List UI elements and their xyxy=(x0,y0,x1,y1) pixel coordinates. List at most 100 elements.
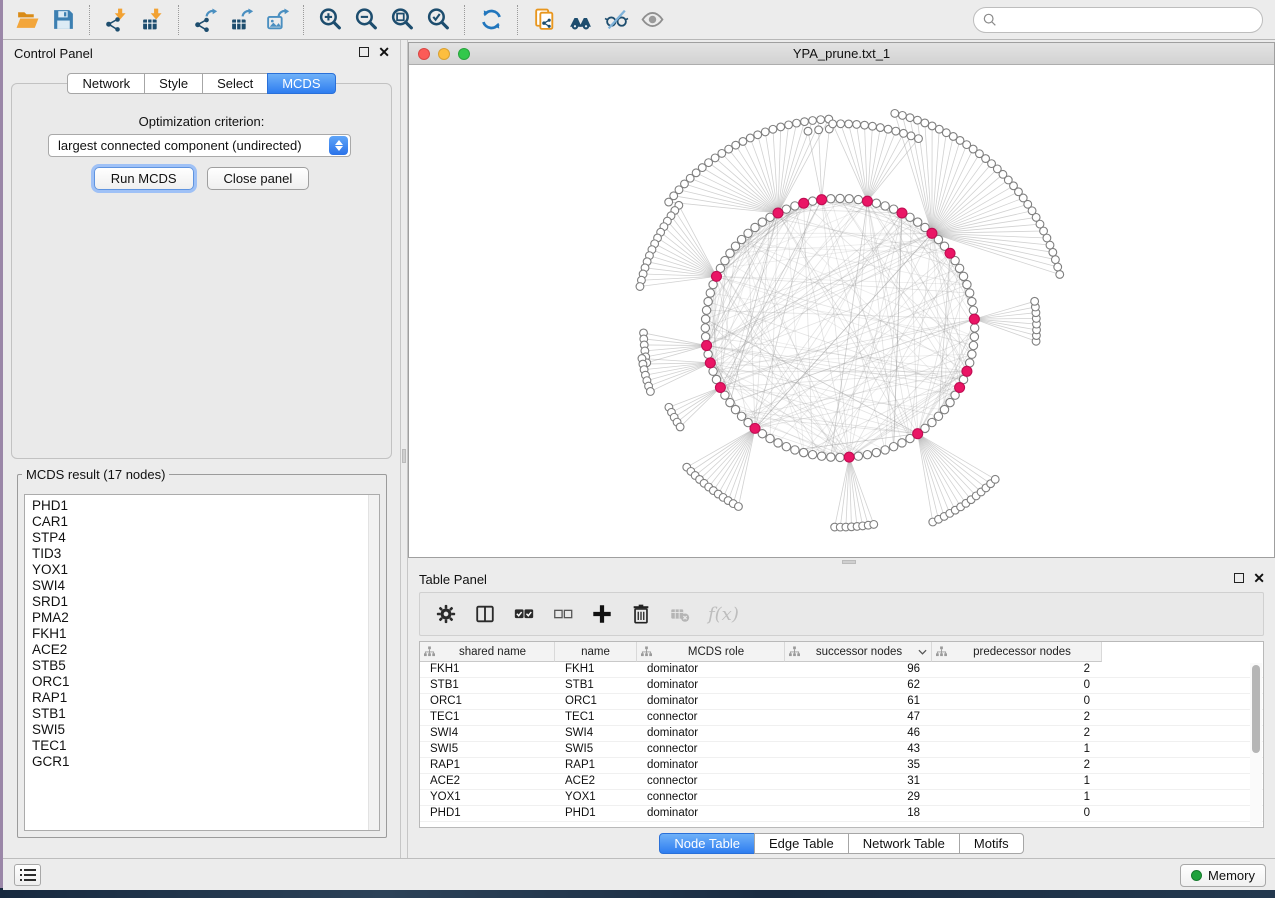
network-leaf-node[interactable] xyxy=(869,122,877,130)
network-node[interactable] xyxy=(863,451,871,459)
mcds-result-item[interactable]: ACE2 xyxy=(32,642,379,658)
close-panel-icon[interactable]: ✕ xyxy=(1253,573,1265,583)
network-node[interactable] xyxy=(744,229,752,237)
network-leaf-node[interactable] xyxy=(928,122,936,130)
network-node[interactable] xyxy=(881,446,889,454)
table-row[interactable]: TEC1TEC1connector472 xyxy=(420,710,1263,726)
node-table[interactable]: shared namenameMCDS rolesuccessor nodesp… xyxy=(419,641,1264,828)
network-leaf-node[interactable] xyxy=(804,127,812,135)
network-node[interactable] xyxy=(968,350,976,358)
network-node[interactable] xyxy=(791,446,799,454)
network-leaf-node[interactable] xyxy=(921,119,929,127)
table-row[interactable]: STB1STB1dominator620 xyxy=(420,678,1263,694)
mcds-result-item[interactable]: SWI4 xyxy=(32,578,379,594)
network-node[interactable] xyxy=(726,249,734,257)
mcds-result-item[interactable]: CAR1 xyxy=(32,514,379,530)
network-node[interactable] xyxy=(940,405,948,413)
mcds-hub-node[interactable] xyxy=(799,198,809,208)
task-history-button[interactable] xyxy=(14,864,41,886)
network-leaf-node[interactable] xyxy=(1054,263,1062,271)
network-node[interactable] xyxy=(966,289,974,297)
network-leaf-node[interactable] xyxy=(732,141,740,149)
mcds-hub-node[interactable] xyxy=(897,208,907,218)
network-node[interactable] xyxy=(872,448,880,456)
network-node[interactable] xyxy=(731,405,739,413)
network-node[interactable] xyxy=(854,452,862,460)
network-node[interactable] xyxy=(969,341,977,349)
export-image-button[interactable] xyxy=(259,4,295,36)
mcds-result-item[interactable]: TEC1 xyxy=(32,738,379,754)
close-window-icon[interactable] xyxy=(418,48,430,60)
network-canvas[interactable] xyxy=(409,65,1274,557)
mcds-result-item[interactable]: PHD1 xyxy=(32,498,379,514)
tab-network[interactable]: Network xyxy=(67,73,145,94)
mcds-result-item[interactable]: RAP1 xyxy=(32,690,379,706)
select-all-checkboxes-icon[interactable] xyxy=(513,603,535,625)
zoom-in-button[interactable] xyxy=(312,4,348,36)
network-leaf-node[interactable] xyxy=(735,503,743,511)
network-leaf-node[interactable] xyxy=(817,116,825,124)
network-leaf-node[interactable] xyxy=(935,125,943,133)
network-leaf-node[interactable] xyxy=(793,119,801,127)
splitter-grip[interactable] xyxy=(402,449,406,463)
network-node[interactable] xyxy=(706,289,714,297)
add-column-icon[interactable] xyxy=(591,603,613,625)
network-leaf-node[interactable] xyxy=(739,138,747,146)
network-node[interactable] xyxy=(751,223,759,231)
mcds-hub-node[interactable] xyxy=(773,208,783,218)
network-leaf-node[interactable] xyxy=(777,123,785,131)
network-node[interactable] xyxy=(898,439,906,447)
network-node[interactable] xyxy=(913,218,921,226)
network-node[interactable] xyxy=(968,297,976,305)
network-node[interactable] xyxy=(726,398,734,406)
network-leaf-node[interactable] xyxy=(870,521,878,529)
mcds-hub-node[interactable] xyxy=(927,228,937,238)
network-leaf-node[interactable] xyxy=(1049,248,1057,256)
network-node[interactable] xyxy=(934,412,942,420)
column-header-predecessor-nodes[interactable]: predecessor nodes xyxy=(932,642,1102,662)
mcds-result-item[interactable]: PMA2 xyxy=(32,610,379,626)
refresh-view-button[interactable] xyxy=(473,4,509,36)
mcds-hub-node[interactable] xyxy=(969,314,979,324)
deselect-all-checkboxes-icon[interactable] xyxy=(552,603,574,625)
tab-mcds[interactable]: MCDS xyxy=(267,73,335,94)
mcds-result-item[interactable]: STP4 xyxy=(32,530,379,546)
table-row[interactable]: FKH1FKH1dominator962 xyxy=(420,662,1263,678)
table-row[interactable]: RAP1RAP1dominator352 xyxy=(420,758,1263,774)
mcds-hub-node[interactable] xyxy=(945,248,955,258)
settings-gear-icon[interactable] xyxy=(435,603,457,625)
mcds-result-item[interactable]: SWI5 xyxy=(32,722,379,738)
memory-button[interactable]: Memory xyxy=(1180,864,1266,887)
network-leaf-node[interactable] xyxy=(665,198,673,206)
maximize-window-icon[interactable] xyxy=(458,48,470,60)
network-leaf-node[interactable] xyxy=(845,120,853,128)
network-node[interactable] xyxy=(854,195,862,203)
zoom-out-button[interactable] xyxy=(348,4,384,36)
column-layout-icon[interactable] xyxy=(474,603,496,625)
network-window-titlebar[interactable]: YPA_prune.txt_1 xyxy=(409,43,1274,65)
tab-style[interactable]: Style xyxy=(144,73,203,94)
network-leaf-node[interactable] xyxy=(829,120,837,128)
network-leaf-node[interactable] xyxy=(876,124,884,132)
table-row[interactable]: ORC1ORC1dominator610 xyxy=(420,694,1263,710)
open-file-button[interactable] xyxy=(9,4,45,36)
mcds-result-item[interactable]: GCR1 xyxy=(32,754,379,770)
table-row[interactable]: PHD1PHD1dominator180 xyxy=(420,806,1263,822)
float-panel-icon[interactable] xyxy=(1234,573,1244,583)
network-node[interactable] xyxy=(827,195,835,203)
network-node[interactable] xyxy=(808,451,816,459)
network-leaf-node[interactable] xyxy=(1031,297,1039,305)
network-node[interactable] xyxy=(963,280,971,288)
network-node[interactable] xyxy=(881,202,889,210)
network-node[interactable] xyxy=(970,333,978,341)
mcds-result-item[interactable]: TID3 xyxy=(32,546,379,562)
network-leaf-node[interactable] xyxy=(1052,256,1060,264)
network-node[interactable] xyxy=(766,434,774,442)
horizontal-splitter[interactable] xyxy=(408,558,1275,566)
mcds-hub-node[interactable] xyxy=(711,271,721,281)
network-node[interactable] xyxy=(731,242,739,250)
criterion-dropdown[interactable]: largest connected component (undirected) xyxy=(48,134,351,157)
network-leaf-node[interactable] xyxy=(891,110,899,118)
float-panel-icon[interactable] xyxy=(359,47,369,57)
network-leaf-node[interactable] xyxy=(892,127,900,135)
